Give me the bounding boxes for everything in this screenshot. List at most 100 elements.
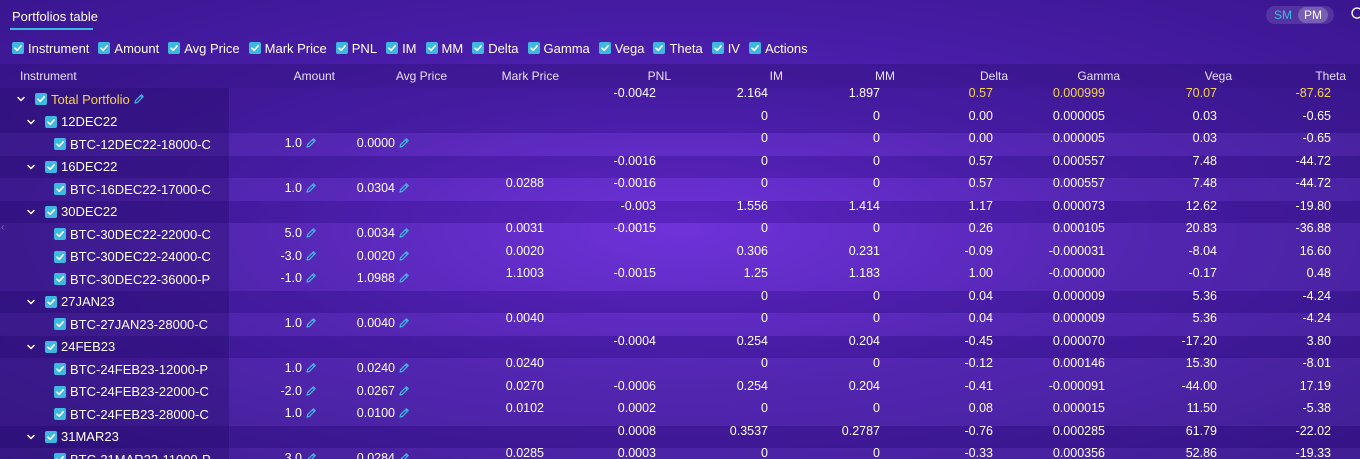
toggle-mark-price[interactable]: Mark Price xyxy=(248,41,327,56)
edit-pencil-icon[interactable] xyxy=(133,93,145,105)
toggle-avg-price[interactable]: Avg Price xyxy=(168,41,240,56)
expiry-group-row[interactable]: 12DEC22 0 0 0.00 0.000005 0.03 -0.65 xyxy=(0,109,1360,133)
row-checkbox[interactable] xyxy=(54,183,66,196)
edit-pencil-icon[interactable] xyxy=(398,362,410,374)
toggle-vega[interactable]: Vega xyxy=(598,41,644,56)
row-checkbox[interactable] xyxy=(54,318,66,331)
instrument-row[interactable]: BTC-30DEC22-22000-C 5.0 0.0034 0.0031 -0.001… xyxy=(0,221,1360,246)
toggle-instrument[interactable]: Instrument xyxy=(12,41,89,56)
chevron-down-icon[interactable] xyxy=(15,93,27,105)
checkbox-vega[interactable] xyxy=(598,42,611,54)
row-checkbox[interactable] xyxy=(45,340,57,353)
col-header-avg-price[interactable]: Avg Price xyxy=(347,69,447,83)
toggle-theta[interactable]: Theta xyxy=(653,41,703,56)
row-checkbox[interactable] xyxy=(54,138,66,151)
chevron-down-icon[interactable] xyxy=(25,116,37,128)
amount-cell[interactable]: 1.0 xyxy=(223,406,317,420)
toggle-iv[interactable]: IV xyxy=(711,41,740,56)
chevron-down-icon[interactable] xyxy=(25,296,37,308)
tab-portfolios-table[interactable]: Portfolios table xyxy=(12,9,98,24)
edit-pencil-icon[interactable] xyxy=(398,385,410,397)
col-header-instrument[interactable]: Instrument xyxy=(20,69,77,83)
checkbox-gamma[interactable] xyxy=(527,42,540,54)
row-checkbox[interactable] xyxy=(45,115,57,128)
row-checkbox[interactable] xyxy=(54,273,66,286)
amount-cell[interactable]: -2.0 xyxy=(223,384,317,398)
col-header-im[interactable]: IM xyxy=(683,69,783,83)
chevron-down-icon[interactable] xyxy=(25,161,37,173)
checkbox-iv[interactable] xyxy=(711,42,724,54)
instrument-row[interactable]: BTC-31MAR23-11000-P 3.0 0.0284 0.0285 0.0003… xyxy=(0,446,1360,459)
checkbox-actions[interactable] xyxy=(748,42,761,54)
col-header-mm[interactable]: MM xyxy=(795,69,895,83)
amount-cell[interactable]: 1.0 xyxy=(223,316,317,330)
total-portfolio-row[interactable]: Total Portfolio -0.0042 2.164 1.897 0.57 0.00… xyxy=(0,86,1360,111)
col-header-vega[interactable]: Vega xyxy=(1132,69,1232,83)
avg-price-cell[interactable]: 0.0304 xyxy=(316,181,410,195)
expiry-group-row[interactable]: 27JAN23 0 0 0.04 0.000009 5.36 -4.24 xyxy=(0,289,1360,313)
toggle-pnl[interactable]: PNL xyxy=(335,41,377,56)
amount-cell[interactable]: -3.0 xyxy=(223,249,317,263)
amount-cell[interactable]: 1.0 xyxy=(223,181,317,195)
avg-price-cell[interactable]: 0.0240 xyxy=(316,361,410,375)
checkbox-theta[interactable] xyxy=(653,42,666,54)
instrument-row[interactable]: BTC-27JAN23-28000-C 1.0 0.0040 0.0040 0 0 0.04… xyxy=(0,311,1360,336)
avg-price-cell[interactable]: 0.0034 xyxy=(316,226,410,240)
chevron-down-icon[interactable] xyxy=(25,431,37,443)
margin-mode-toggle[interactable]: SM PM xyxy=(1266,6,1334,24)
chevron-down-icon[interactable] xyxy=(25,206,37,218)
edit-pencil-icon[interactable] xyxy=(398,137,410,149)
toggle-actions[interactable]: Actions xyxy=(748,41,808,56)
row-checkbox[interactable] xyxy=(45,430,57,443)
avg-price-cell[interactable]: 0.0284 xyxy=(316,451,410,459)
instrument-row[interactable]: BTC-30DEC22-24000-C -3.0 0.0020 0.0020 0.306… xyxy=(0,244,1360,268)
col-header-theta[interactable]: Theta xyxy=(1244,69,1346,83)
col-header-amount[interactable]: Amount xyxy=(235,69,335,83)
checkbox-avg-price[interactable] xyxy=(168,42,181,54)
col-header-delta[interactable]: Delta xyxy=(908,69,1008,83)
col-header-pnl[interactable]: PNL xyxy=(571,69,671,83)
scroll-left-icon[interactable]: ‹ xyxy=(1,222,4,233)
row-checkbox[interactable] xyxy=(35,93,47,106)
toggle-amount[interactable]: Amount xyxy=(98,41,159,56)
amount-cell[interactable]: 1.0 xyxy=(223,136,317,150)
row-checkbox[interactable] xyxy=(54,408,66,421)
avg-price-cell[interactable]: 0.0020 xyxy=(316,249,410,263)
amount-cell[interactable]: 5.0 xyxy=(223,226,317,240)
instrument-row[interactable]: BTC-30DEC22-36000-P -1.0 1.0988 1.1003 -0.00… xyxy=(0,266,1360,291)
row-checkbox[interactable] xyxy=(54,250,66,263)
col-header-mark-price[interactable]: Mark Price xyxy=(459,69,559,83)
row-checkbox[interactable] xyxy=(54,385,66,398)
row-checkbox[interactable] xyxy=(54,363,66,376)
amount-cell[interactable]: 1.0 xyxy=(223,361,317,375)
chevron-down-icon[interactable] xyxy=(25,341,37,353)
toggle-gamma[interactable]: Gamma xyxy=(527,41,590,56)
instrument-row[interactable]: BTC-24FEB23-22000-C -2.0 0.0267 0.0270 -0.00… xyxy=(0,379,1360,403)
amount-cell[interactable]: -1.0 xyxy=(223,271,317,285)
row-checkbox[interactable] xyxy=(45,295,57,308)
expiry-group-row[interactable]: 16DEC22 -0.0016 0 0 0.57 0.000557 7.48 -44.72 xyxy=(0,154,1360,178)
instrument-row[interactable]: BTC-16DEC22-17000-C 1.0 0.0304 0.0288 -0.001… xyxy=(0,176,1360,201)
avg-price-cell[interactable]: 0.0267 xyxy=(316,384,410,398)
checkbox-mm[interactable] xyxy=(425,42,438,54)
expiry-group-row[interactable]: 30DEC22 -0.003 1.556 1.414 1.17 0.000073 12.62… xyxy=(0,199,1360,223)
expiry-group-row[interactable]: 31MAR23 0.0008 0.3537 0.2787 -0.76 0.000285 61… xyxy=(0,424,1360,448)
checkbox-mark-price[interactable] xyxy=(248,42,261,54)
toggle-im[interactable]: IM xyxy=(386,41,417,56)
instrument-row[interactable]: BTC-24FEB23-28000-C 1.0 0.0100 0.0102 0.0002… xyxy=(0,401,1360,426)
edit-pencil-icon[interactable] xyxy=(398,452,410,459)
checkbox-pnl[interactable] xyxy=(335,42,348,54)
avg-price-cell[interactable]: 1.0988 xyxy=(316,271,410,285)
edit-pencil-icon[interactable] xyxy=(398,250,410,262)
edit-pencil-icon[interactable] xyxy=(398,407,410,419)
edit-pencil-icon[interactable] xyxy=(398,227,410,239)
row-checkbox[interactable] xyxy=(45,205,57,218)
avg-price-cell[interactable]: 0.0040 xyxy=(316,316,410,330)
toggle-delta[interactable]: Delta xyxy=(472,41,519,56)
expiry-group-row[interactable]: 24FEB23 -0.0004 0.254 0.204 -0.45 0.000070 -17… xyxy=(0,334,1360,358)
col-header-gamma[interactable]: Gamma xyxy=(1020,69,1120,83)
checkbox-instrument[interactable] xyxy=(12,42,24,54)
edit-pencil-icon[interactable] xyxy=(398,182,410,194)
edit-pencil-icon[interactable] xyxy=(398,317,410,329)
instrument-row[interactable]: BTC-12DEC22-18000-C 1.0 0.0000 0 0 0.00 0.0000… xyxy=(0,131,1360,156)
